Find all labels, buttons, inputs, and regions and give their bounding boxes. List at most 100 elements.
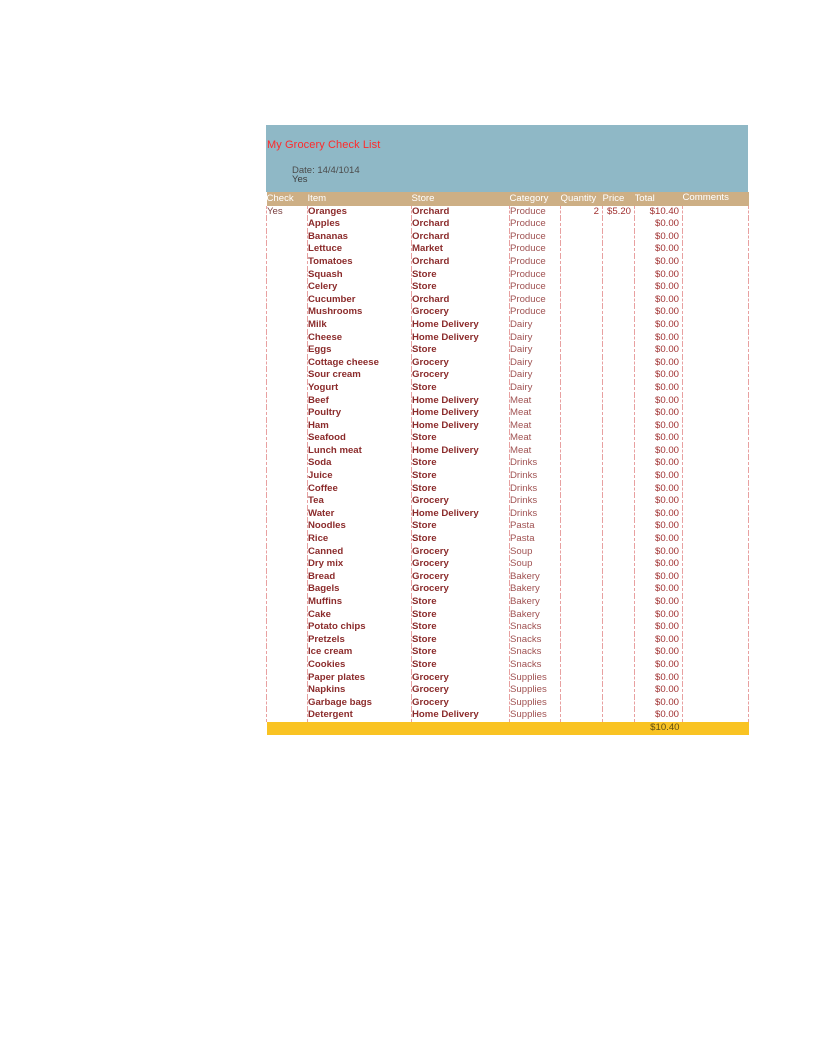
cell-item[interactable]: Napkins	[307, 684, 412, 697]
cell-store[interactable]: Orchard	[411, 230, 510, 244]
cell-store[interactable]: Grocery	[411, 684, 510, 697]
cell-total[interactable]: $0.00	[634, 331, 683, 345]
cell-store[interactable]: Home Delivery	[411, 318, 510, 332]
cell-comments[interactable]	[682, 570, 749, 584]
cell-category[interactable]: Bakery	[509, 596, 561, 609]
cell-quantity[interactable]	[560, 545, 603, 559]
table-row[interactable]: Lettuce Market Produce $0.00	[266, 243, 749, 256]
cell-item[interactable]: Coffee	[307, 482, 412, 496]
cell-comments[interactable]	[682, 205, 749, 219]
cell-total[interactable]: $0.00	[634, 671, 683, 685]
cell-price[interactable]	[602, 671, 635, 685]
cell-check[interactable]	[266, 608, 308, 622]
cell-category[interactable]: Pasta	[509, 533, 561, 546]
cell-check[interactable]	[266, 671, 308, 685]
cell-comments[interactable]	[682, 671, 749, 685]
cell-item[interactable]: Celery	[307, 281, 412, 294]
cell-item[interactable]: Pretzels	[307, 633, 412, 647]
table-row[interactable]: Cookies Store Snacks $0.00	[266, 658, 749, 672]
cell-check[interactable]	[266, 633, 308, 647]
cell-quantity[interactable]	[560, 394, 603, 408]
cell-quantity[interactable]	[560, 671, 603, 685]
cell-total[interactable]: $0.00	[634, 507, 683, 521]
cell-total[interactable]: $0.00	[634, 394, 683, 408]
cell-total[interactable]: $0.00	[634, 432, 683, 445]
cell-store[interactable]: Store	[411, 533, 510, 546]
cell-store[interactable]: Grocery	[411, 356, 510, 370]
cell-check[interactable]	[266, 344, 308, 357]
cell-check[interactable]	[266, 482, 308, 496]
cell-store[interactable]: Market	[411, 243, 510, 256]
cell-category[interactable]: Soup	[509, 558, 561, 571]
cell-comments[interactable]	[682, 356, 749, 370]
cell-item[interactable]: Squash	[307, 268, 412, 282]
cell-price[interactable]	[602, 709, 635, 722]
cell-comments[interactable]	[682, 633, 749, 647]
cell-price[interactable]	[602, 545, 635, 559]
cell-item[interactable]: Soda	[307, 457, 412, 471]
cell-comments[interactable]	[682, 482, 749, 496]
cell-check[interactable]	[266, 684, 308, 697]
cell-comments[interactable]	[682, 646, 749, 659]
cell-price[interactable]	[602, 331, 635, 345]
table-row[interactable]: Ham Home Delivery Meat $0.00	[266, 419, 749, 433]
cell-check[interactable]	[266, 558, 308, 571]
table-row[interactable]: Bread Grocery Bakery $0.00	[266, 570, 749, 584]
cell-item[interactable]: Oranges	[307, 205, 412, 219]
cell-comments[interactable]	[682, 684, 749, 697]
table-row[interactable]: Pretzels Store Snacks $0.00	[266, 633, 749, 647]
cell-category[interactable]: Pasta	[509, 520, 561, 534]
table-row[interactable]: Canned Grocery Soup $0.00	[266, 545, 749, 559]
cell-total[interactable]: $0.00	[634, 658, 683, 672]
cell-quantity[interactable]	[560, 218, 603, 231]
table-row[interactable]: Squash Store Produce $0.00	[266, 268, 749, 282]
cell-quantity[interactable]	[560, 533, 603, 546]
cell-item[interactable]: Cookies	[307, 658, 412, 672]
cell-comments[interactable]	[682, 470, 749, 483]
column-header-store[interactable]: Store	[412, 192, 510, 206]
cell-price[interactable]	[602, 394, 635, 408]
cell-quantity[interactable]	[560, 281, 603, 294]
cell-price[interactable]	[602, 621, 635, 634]
cell-total[interactable]: $0.00	[634, 344, 683, 357]
cell-check[interactable]	[266, 520, 308, 534]
cell-check[interactable]	[266, 658, 308, 672]
cell-price[interactable]	[602, 344, 635, 357]
cell-comments[interactable]	[682, 507, 749, 521]
cell-category[interactable]: Meat	[509, 432, 561, 445]
cell-check[interactable]	[266, 255, 308, 269]
cell-price[interactable]	[602, 281, 635, 294]
cell-total[interactable]: $0.00	[634, 646, 683, 659]
cell-comments[interactable]	[682, 621, 749, 634]
cell-store[interactable]: Grocery	[411, 671, 510, 685]
cell-price[interactable]	[602, 407, 635, 420]
cell-store[interactable]: Store	[411, 432, 510, 445]
cell-category[interactable]: Meat	[509, 407, 561, 420]
cell-category[interactable]: Meat	[509, 444, 561, 458]
table-row[interactable]: Napkins Grocery Supplies $0.00	[266, 684, 749, 697]
cell-price[interactable]	[602, 457, 635, 471]
table-row[interactable]: Juice Store Drinks $0.00	[266, 470, 749, 483]
cell-quantity[interactable]	[560, 344, 603, 357]
cell-total[interactable]: $0.00	[634, 419, 683, 433]
cell-category[interactable]: Bakery	[509, 583, 561, 596]
cell-total[interactable]: $0.00	[634, 608, 683, 622]
cell-price[interactable]	[602, 218, 635, 231]
cell-store[interactable]: Store	[411, 621, 510, 634]
cell-category[interactable]: Meat	[509, 394, 561, 408]
column-header-category[interactable]: Category	[510, 192, 561, 206]
cell-comments[interactable]	[682, 230, 749, 244]
cell-check[interactable]	[266, 243, 308, 256]
table-row[interactable]: Poultry Home Delivery Meat $0.00	[266, 407, 749, 420]
column-header-price[interactable]: Price	[603, 192, 635, 206]
cell-item[interactable]: Tomatoes	[307, 255, 412, 269]
cell-total[interactable]: $0.00	[634, 218, 683, 231]
cell-check[interactable]	[266, 570, 308, 584]
cell-store[interactable]: Store	[411, 268, 510, 282]
cell-item[interactable]: Yogurt	[307, 381, 412, 395]
cell-check[interactable]	[266, 281, 308, 294]
cell-category[interactable]: Produce	[509, 243, 561, 256]
cell-total[interactable]: $0.00	[634, 255, 683, 269]
cell-quantity[interactable]	[560, 356, 603, 370]
cell-category[interactable]: Produce	[509, 306, 561, 319]
